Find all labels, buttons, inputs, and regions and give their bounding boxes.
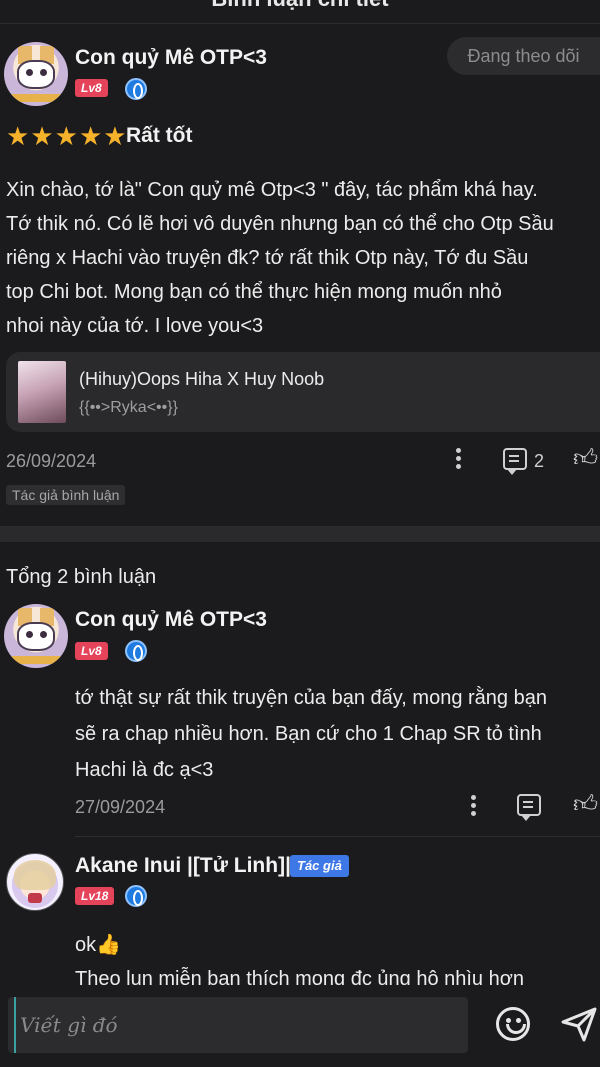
- comment-input[interactable]: [14, 997, 454, 1053]
- avatar-tag: [10, 656, 62, 665]
- referenced-work-card[interactable]: (Hihuy)Oops Hiha X Huy Noob {{••>Ryka<••…: [6, 352, 600, 432]
- verified-icon: [125, 640, 147, 662]
- section-divider: [0, 526, 600, 542]
- comment-composer-bar: [0, 985, 600, 1067]
- reply-username[interactable]: Akane Inui |[Tử Linh]|: [75, 854, 291, 878]
- avatar-bow: [28, 893, 42, 904]
- reply-username[interactable]: Con quỷ Mê OTP<3: [75, 608, 267, 632]
- rating-label: Rất tốt: [126, 124, 193, 147]
- review-text-line: Xin chào, tớ là" Con quỷ mê Otp<3 " đây,…: [6, 179, 538, 201]
- reply-count: 2: [534, 451, 545, 471]
- send-icon[interactable]: [560, 1005, 598, 1043]
- author-comment-chip: Tác giả bình luận: [6, 485, 126, 505]
- work-author: {{••>Ryka<••}}: [79, 399, 178, 416]
- avatar-face: [16, 621, 56, 652]
- reply-text-line: tớ thật sự rất thik truyện của bạn đấy, …: [75, 687, 547, 709]
- top-bar: Bình luận chi tiết: [0, 0, 600, 24]
- review-date: 26/09/2024: [6, 451, 97, 471]
- work-cover-thumbnail: [18, 361, 66, 423]
- author-badge: Tác giả: [290, 855, 349, 877]
- star-icon: ★: [30, 121, 54, 151]
- reply-text-line: sẽ ra chap nhiều hơn. Bạn cứ cho 1 Chap …: [75, 723, 542, 745]
- star-icon: ★: [54, 121, 78, 151]
- review-avatar[interactable]: [4, 42, 68, 106]
- reply-avatar[interactable]: [6, 853, 64, 911]
- level-badge: Lv8: [75, 79, 108, 97]
- page-title: Bình luận chi tiết: [0, 0, 600, 12]
- reply-text-line: Theo lun miễn bạn thích mong đc ủng hộ n…: [75, 968, 524, 985]
- like-icon[interactable]: 👍︎: [573, 793, 598, 817]
- avatar-eye: [39, 630, 47, 638]
- more-options-icon[interactable]: [471, 795, 477, 817]
- emoji-icon[interactable]: [496, 1007, 530, 1041]
- review-text-line: top Chi bot. Mong bạn có thể thực hiện m…: [6, 281, 502, 303]
- reply-text-line: ok👍: [75, 934, 122, 956]
- reply-icon[interactable]: [503, 448, 527, 475]
- level-badge: Lv8: [75, 642, 108, 660]
- avatar-face: [16, 59, 56, 90]
- verified-icon: [125, 78, 147, 100]
- verified-icon: [125, 885, 147, 907]
- work-title: (Hihuy)Oops Hiha X Huy Noob: [79, 369, 325, 389]
- review-text-line: Tớ thik nó. Có lẽ hơi vô duyên nhưng bạn…: [6, 213, 554, 235]
- follow-button[interactable]: Đang theo dõi: [447, 37, 600, 75]
- review-text-line: riêng x Hachi vào truyện đk? tớ rất thik…: [6, 247, 529, 269]
- star-icon: ★: [103, 121, 127, 151]
- review-text-line: nhoi này của tớ. I love you<3: [6, 315, 264, 337]
- comment-input-container: [8, 997, 468, 1053]
- more-options-icon[interactable]: [456, 448, 462, 470]
- reply-date: 27/09/2024: [75, 797, 166, 817]
- reply-icon[interactable]: [517, 794, 541, 821]
- review-text: Xin chào, tớ là" Con quỷ mê Otp<3 " đây,…: [6, 173, 600, 343]
- avatar-hair: [13, 859, 57, 891]
- like-icon[interactable]: 👍︎: [573, 447, 598, 471]
- level-badge: Lv18: [75, 887, 115, 905]
- review-username[interactable]: Con quỷ Mê OTP<3: [75, 46, 267, 70]
- reply-avatar[interactable]: [4, 604, 68, 668]
- star-icon: ★: [6, 121, 30, 151]
- reply-text: tớ thật sự rất thik truyện của bạn đấy, …: [75, 680, 600, 788]
- star-icon: ★: [78, 121, 103, 151]
- avatar-eye: [25, 68, 33, 76]
- avatar-tag: [10, 94, 62, 103]
- reply-text-line: Hachi là đc ạ<3: [75, 759, 214, 781]
- avatar-eye: [25, 630, 33, 638]
- avatar-eye: [39, 68, 47, 76]
- reply-divider: [75, 836, 600, 837]
- total-comments-label: Tổng 2 bình luận: [6, 566, 157, 588]
- rating-stars: ★ ★ ★ ★ ★: [6, 123, 127, 149]
